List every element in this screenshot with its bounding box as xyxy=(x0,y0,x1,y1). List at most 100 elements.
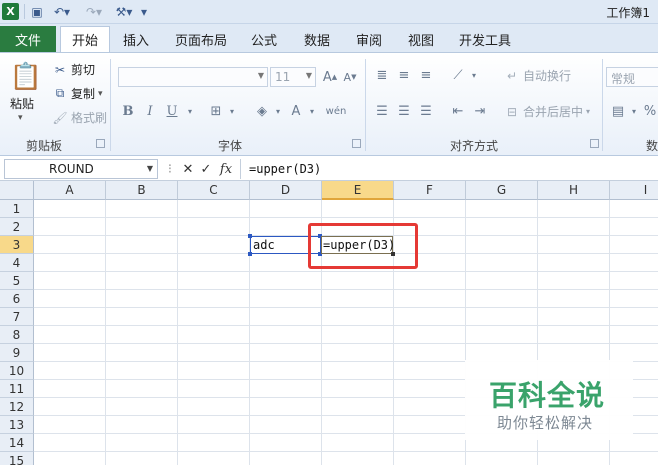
tab-review[interactable]: 审阅 xyxy=(346,26,392,52)
tab-file[interactable]: 文件 xyxy=(0,26,56,52)
tab-page-layout[interactable]: 页面布局 xyxy=(168,26,234,52)
tab-insert[interactable]: 插入 xyxy=(112,26,160,52)
tab-developer[interactable]: 开发工具 xyxy=(452,26,518,52)
clipboard-group-label: 剪贴板 xyxy=(26,139,63,153)
range-handle[interactable] xyxy=(248,252,252,256)
number-format-combo[interactable]: 常规 xyxy=(606,67,658,87)
cancel-formula-button[interactable]: ✕ xyxy=(180,160,196,178)
row-header-3[interactable]: 3 xyxy=(0,236,34,254)
decrease-indent-icon[interactable]: ⇤ xyxy=(448,101,468,121)
merge-dropdown-icon: ▾ xyxy=(586,107,591,116)
tab-home[interactable]: 开始 xyxy=(60,26,110,52)
orientation-dropdown-icon[interactable]: ▾ xyxy=(464,65,484,85)
row-header-1[interactable]: 1 xyxy=(0,200,34,218)
formula-input[interactable]: =upper(D3) xyxy=(240,159,656,179)
increase-indent-icon[interactable]: ⇥ xyxy=(470,101,490,121)
underline-dropdown-icon[interactable]: ▾ xyxy=(180,101,200,121)
formula-bar-handle-icon[interactable]: ⁝ xyxy=(162,160,178,178)
format-painter-button[interactable]: 🖌 格式刷 xyxy=(52,109,107,126)
tab-data[interactable]: 数据 xyxy=(294,26,340,52)
align-right-icon[interactable]: ☰ xyxy=(416,101,436,121)
alignment-launcher-icon[interactable] xyxy=(590,139,599,148)
row-header-5[interactable]: 5 xyxy=(0,272,34,290)
shrink-font-icon[interactable]: A ▼ xyxy=(340,67,360,87)
row-header-6[interactable]: 6 xyxy=(0,290,34,308)
gridline-horizontal xyxy=(34,343,658,344)
borders-dropdown-icon[interactable]: ▾ xyxy=(222,101,242,121)
font-size-combo[interactable]: 11 ▼ xyxy=(270,67,316,87)
insert-function-button[interactable]: fx xyxy=(216,160,236,178)
fill-color-dropdown-icon[interactable]: ▾ xyxy=(268,101,288,121)
percent-button[interactable]: % xyxy=(640,101,658,121)
ribbon-tabs: 文件 开始 插入 页面布局 公式 数据 审阅 视图 开发工具 xyxy=(0,24,658,52)
row-header-11[interactable]: 11 xyxy=(0,380,34,398)
watermark: 百科全说 助你轻松解决 xyxy=(465,360,633,440)
enter-formula-button[interactable]: ✓ xyxy=(198,160,214,178)
column-header-e[interactable]: E xyxy=(322,181,394,200)
copy-button[interactable]: ⧉ 复制 ▾ xyxy=(52,85,103,102)
tab-formulas[interactable]: 公式 xyxy=(242,26,286,52)
column-header-c[interactable]: C xyxy=(178,181,250,200)
paste-icon[interactable]: 📋 xyxy=(8,59,44,95)
save-icon[interactable]: ▣ xyxy=(29,3,45,20)
name-box-value: ROUND xyxy=(49,162,94,176)
row-header-9[interactable]: 9 xyxy=(0,344,34,362)
row-header-2[interactable]: 2 xyxy=(0,218,34,236)
gridline-horizontal xyxy=(34,217,658,218)
range-handle[interactable] xyxy=(248,234,252,238)
select-all-corner[interactable] xyxy=(0,181,34,200)
font-size-value: 11 xyxy=(275,70,291,84)
row-header-14[interactable]: 14 xyxy=(0,434,34,452)
align-middle-icon[interactable]: ≡ xyxy=(394,65,414,85)
copy-dropdown-icon: ▾ xyxy=(98,88,103,99)
excel-logo-icon: X xyxy=(2,3,19,20)
highlight-annotation-box xyxy=(308,223,418,269)
merge-center-button[interactable]: ⊟ 合并后居中 ▾ xyxy=(504,103,590,120)
column-header-b[interactable]: B xyxy=(106,181,178,200)
column-header-a[interactable]: A xyxy=(34,181,106,200)
redo-icon[interactable]: ↷▾ xyxy=(82,3,106,20)
italic-button[interactable]: I xyxy=(140,101,160,121)
row-header-15[interactable]: 15 xyxy=(0,452,34,465)
cut-label: 剪切 xyxy=(71,63,96,77)
window-title: 工作簿1 xyxy=(606,6,650,20)
align-left-icon[interactable]: ☰ xyxy=(372,101,392,121)
align-center-icon[interactable]: ☰ xyxy=(394,101,414,121)
column-header-f[interactable]: F xyxy=(394,181,466,200)
column-header-h[interactable]: H xyxy=(538,181,610,200)
undo-icon[interactable]: ↶▾ xyxy=(50,3,74,20)
formula-bar: ROUND ▼ ⁝ ✕ ✓ fx =upper(D3) xyxy=(0,157,658,181)
copy-label: 复制 xyxy=(71,87,96,101)
tab-view[interactable]: 视图 xyxy=(398,26,444,52)
format-painter-label: 格式刷 xyxy=(71,111,108,125)
align-bottom-icon[interactable]: ≡ xyxy=(416,65,436,85)
ribbon-home: 📋 粘贴 ▾ ✂ 剪切 ⧉ 复制 ▾ 🖌 格式刷 剪贴板 ▼ 11 ▼ A ▲ A ▼ B I… xyxy=(0,52,658,156)
font-name-combo[interactable]: ▼ xyxy=(118,67,268,87)
paste-button[interactable]: 粘贴 xyxy=(10,95,34,112)
name-box[interactable]: ROUND ▼ xyxy=(4,159,158,179)
row-header-12[interactable]: 12 xyxy=(0,398,34,416)
font-color-dropdown-icon[interactable]: ▾ xyxy=(302,101,322,121)
underline-button[interactable]: U xyxy=(162,101,182,121)
tools-icon[interactable]: ⚒▾ xyxy=(113,3,135,20)
row-header-4[interactable]: 4 xyxy=(0,254,34,272)
wrap-text-button[interactable]: ↵ 自动换行 xyxy=(504,67,571,84)
gridline-horizontal xyxy=(34,325,658,326)
row-header-7[interactable]: 7 xyxy=(0,308,34,326)
row-header-13[interactable]: 13 xyxy=(0,416,34,434)
customize-qat-icon[interactable]: ▾ xyxy=(138,3,150,20)
row-header-10[interactable]: 10 xyxy=(0,362,34,380)
clipboard-launcher-icon[interactable] xyxy=(96,139,105,148)
cut-button[interactable]: ✂ 剪切 xyxy=(52,61,95,78)
column-header-i[interactable]: I xyxy=(610,181,658,200)
bold-button[interactable]: B xyxy=(118,101,138,121)
copy-icon: ⧉ xyxy=(55,86,65,100)
align-top-icon[interactable]: ≣ xyxy=(372,65,392,85)
column-header-g[interactable]: G xyxy=(466,181,538,200)
phonetic-guide-icon[interactable]: wén xyxy=(326,101,347,121)
grow-font-icon[interactable]: A ▲ xyxy=(320,67,340,87)
column-header-d[interactable]: D xyxy=(250,181,322,200)
paste-dropdown-icon[interactable]: ▾ xyxy=(18,113,23,123)
row-header-8[interactable]: 8 xyxy=(0,326,34,344)
font-launcher-icon[interactable] xyxy=(352,139,361,148)
